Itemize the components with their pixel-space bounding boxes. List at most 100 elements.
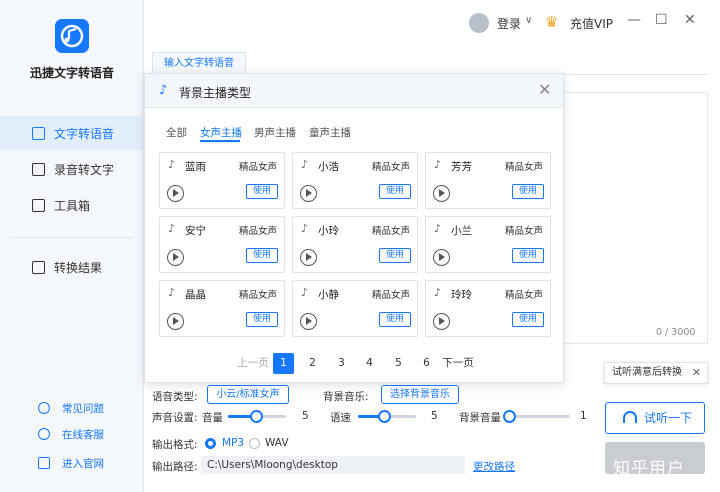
use-button[interactable]: 使用 [379,248,411,263]
voice-name: 安宁 [185,225,206,237]
music-note-icon: ♪ [301,158,309,171]
wav-label[interactable]: WAV [265,437,289,449]
speed-value: 5 [431,410,438,422]
toolbox-icon [32,198,45,212]
voice-type-button[interactable]: 小云/标准女声 [207,385,289,404]
tab-all[interactable]: 全部 [166,125,187,140]
tab-female[interactable]: 女声主播 [200,125,242,140]
music-note-icon: ♪ [434,286,442,299]
voice-name: 芳芳 [451,161,472,173]
wav-radio[interactable] [249,438,260,449]
faq-link[interactable]: 常见问题 [0,397,144,419]
use-button[interactable]: 使用 [512,184,544,199]
play-icon[interactable] [167,313,184,330]
text-input-area[interactable] [564,92,708,344]
speed-slider-handle[interactable] [378,410,391,423]
music-note-icon: ♪ [301,286,309,299]
sidebar-item-results[interactable]: 转换结果 [0,250,144,284]
voice-card[interactable]: ♪ 芳芳 精品女声 使用 [425,152,551,209]
tab-male[interactable]: 男声主播 [254,125,296,140]
official-site-link[interactable]: 进入官网 [0,452,144,474]
page-button[interactable]: 4 [359,353,380,374]
volume-label: 音量 [202,412,223,424]
play-icon[interactable] [300,249,317,266]
prev-page-button[interactable]: 上一页 [237,353,269,374]
voice-tag: 精品女声 [371,226,410,237]
tab-text-input[interactable]: 输入文字转语音 [152,52,246,74]
select-bg-music-button[interactable]: 选择背景音乐 [381,385,459,404]
play-icon[interactable] [300,313,317,330]
voice-card[interactable]: ♪ 小玲 精品女声 使用 [292,216,418,273]
voice-card[interactable]: ♪ 安宁 精品女声 使用 [159,216,285,273]
voice-card[interactable]: ♪ 玲玲 精品女声 使用 [425,280,551,337]
use-button[interactable]: 使用 [379,184,411,199]
chevron-down-icon[interactable]: ∨ [525,15,532,26]
sidebar-divider [10,237,134,238]
play-icon[interactable] [433,249,450,266]
next-page-button[interactable]: 下一页 [442,353,474,374]
play-icon[interactable] [300,185,317,202]
output-format-label: 输出格式: [152,439,198,451]
music-note-icon: ♪ [168,222,176,235]
change-path-link[interactable]: 更改路径 [473,459,515,474]
music-note-icon: ♪ [301,222,309,235]
play-icon[interactable] [433,313,450,330]
login-button[interactable]: 登录 [497,15,521,32]
maximize-icon[interactable]: ☐ [655,12,668,28]
use-button[interactable]: 使用 [512,248,544,263]
volume-slider-handle[interactable] [250,410,263,423]
close-icon[interactable]: ✕ [538,80,551,99]
sidebar-item-text-to-speech[interactable]: 文字转语音 [0,116,144,150]
use-button[interactable]: 使用 [246,312,278,327]
voice-card[interactable]: ♪ 晶晶 精品女声 使用 [159,280,285,337]
play-icon[interactable] [167,249,184,266]
play-icon[interactable] [433,185,450,202]
play-icon[interactable] [167,185,184,202]
page-button[interactable]: 1 [273,353,294,374]
music-note-icon: ♪ [168,158,176,171]
voice-tag: 精品女声 [238,162,277,173]
tab-child[interactable]: 童声主播 [309,125,351,140]
voice-card[interactable]: ♪ 蓝雨 精品女声 使用 [159,152,285,209]
sidebar-item-label: 转换结果 [54,260,103,275]
sidebar-item-label: 文字转语音 [54,126,115,141]
voice-card[interactable]: ♪ 小浩 精品女声 使用 [292,152,418,209]
bg-music-label: 背景音乐: [323,391,369,403]
bg-volume-slider[interactable] [503,410,570,423]
try-listen-button[interactable]: 试听一下 [605,402,705,434]
sidebar-item-recording-to-text[interactable]: 录音转文字 [0,152,144,186]
output-path-field[interactable]: C:\Users\Mloong\desktop [201,456,465,474]
vip-recharge-button[interactable]: 充值VIP [570,15,613,32]
page-button[interactable]: 3 [331,353,352,374]
volume-slider[interactable] [228,410,286,423]
mp3-radio[interactable] [205,438,216,449]
app-name: 迅捷文字转语音 [29,66,114,80]
close-window-icon[interactable]: ✕ [684,12,696,28]
voice-card[interactable]: ♪ 小静 精品女声 使用 [292,280,418,337]
sidebar-item-label: 录音转文字 [54,162,115,177]
use-button[interactable]: 使用 [246,184,278,199]
online-support-link[interactable]: 在线客服 [0,423,144,445]
voice-card[interactable]: ♪ 小兰 精品女声 使用 [425,216,551,273]
bg-volume-slider-handle[interactable] [503,410,516,423]
voice-tag: 精品女声 [504,162,543,173]
text-to-speech-icon [32,126,45,140]
mp3-label[interactable]: MP3 [222,437,244,449]
speed-slider[interactable] [358,410,416,423]
watermark: 知乎用户 [613,459,685,479]
sidebar: 迅捷文字转语音 文字转语音 录音转文字 工具箱 转换结果 常见问题 在线客服 进… [0,0,144,492]
char-count: 0 / 3000 [656,327,696,338]
page-button[interactable]: 6 [416,353,437,374]
voice-name: 小浩 [318,161,339,173]
sidebar-item-label: 工具箱 [54,198,91,213]
sidebar-item-toolbox[interactable]: 工具箱 [0,188,144,222]
use-button[interactable]: 使用 [379,312,411,327]
voice-tag: 精品女声 [238,290,277,301]
use-button[interactable]: 使用 [246,248,278,263]
page-button[interactable]: 2 [302,353,323,374]
minimize-icon[interactable]: — [627,12,641,28]
page-button[interactable]: 5 [388,353,409,374]
user-avatar-icon[interactable] [469,13,489,33]
use-button[interactable]: 使用 [512,312,544,327]
close-icon[interactable]: ✕ [692,363,701,383]
